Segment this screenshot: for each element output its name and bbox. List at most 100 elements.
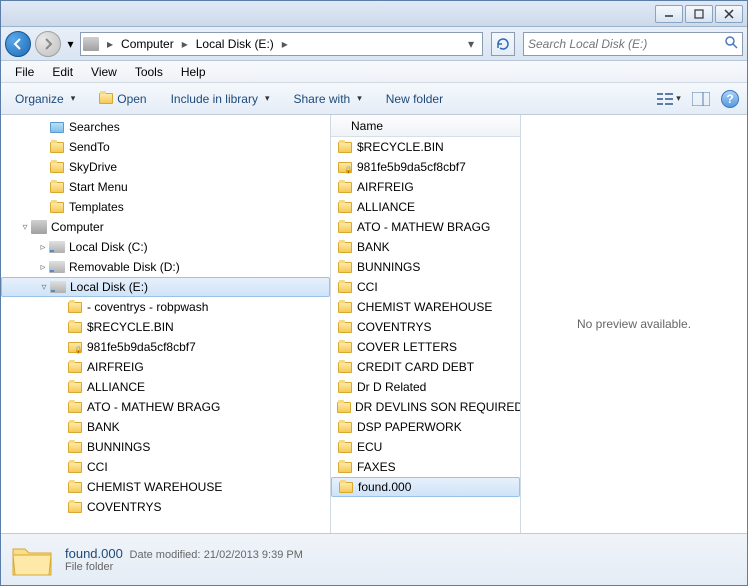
expand-icon[interactable]: ▹ xyxy=(37,262,49,273)
breadcrumb-chevron[interactable]: ▸ xyxy=(178,37,192,51)
nav-bar: ▾ ▸ Computer ▸ Local Disk (E:) ▸ ▾ xyxy=(1,27,747,61)
address-dropdown[interactable]: ▾ xyxy=(462,37,480,51)
search-input[interactable] xyxy=(528,37,724,51)
folder-icon xyxy=(337,259,353,275)
computer-icon xyxy=(83,36,99,52)
close-button[interactable] xyxy=(715,5,743,23)
tree-label: COVENTRYS xyxy=(87,500,161,514)
tree-label: SendTo xyxy=(69,140,110,154)
list-label: ATO - MATHEW BRAGG xyxy=(357,220,490,234)
tree-item[interactable]: ▿Local Disk (E:) xyxy=(1,277,330,297)
search-icon[interactable] xyxy=(724,35,738,52)
details-type: File folder xyxy=(65,561,303,573)
tree-item[interactable]: ▿Computer xyxy=(1,217,330,237)
list-item[interactable]: DR DEVLINS SON REQUIRED xyxy=(331,397,520,417)
list-item[interactable]: ECU xyxy=(331,437,520,457)
tree-label: BANK xyxy=(87,420,120,434)
list-item[interactable]: ATO - MATHEW BRAGG xyxy=(331,217,520,237)
folder-icon xyxy=(337,139,353,155)
list-item[interactable]: CREDIT CARD DEBT xyxy=(331,357,520,377)
list-item[interactable]: Dr D Related xyxy=(331,377,520,397)
search-box[interactable] xyxy=(523,32,743,56)
tree-item[interactable]: $RECYCLE.BIN xyxy=(1,317,330,337)
tree-item[interactable]: Start Menu xyxy=(1,177,330,197)
expand-icon[interactable]: ▹ xyxy=(37,242,49,253)
preview-text: No preview available. xyxy=(577,317,691,331)
include-library-button[interactable]: Include in library xyxy=(165,89,276,109)
tree-item[interactable]: CCI xyxy=(1,457,330,477)
new-folder-button[interactable]: New folder xyxy=(380,89,449,109)
breadcrumb-segment[interactable]: Local Disk (E:) xyxy=(192,33,278,55)
details-text: found.000 Date modified: 21/02/2013 9:39… xyxy=(65,546,303,573)
tree-item[interactable]: BANK xyxy=(1,417,330,437)
list-item[interactable]: DSP PAPERWORK xyxy=(331,417,520,437)
list-item[interactable]: CHEMIST WAREHOUSE xyxy=(331,297,520,317)
help-button[interactable]: ? xyxy=(721,90,739,108)
breadcrumb-chevron[interactable]: ▸ xyxy=(278,37,292,51)
list-item[interactable]: AIRFREIG xyxy=(331,177,520,197)
breadcrumb-segment[interactable]: Computer xyxy=(117,33,178,55)
share-with-button[interactable]: Share with xyxy=(288,89,368,109)
tree-label: Start Menu xyxy=(69,180,128,194)
list-label: DSP PAPERWORK xyxy=(357,420,462,434)
tree-item[interactable]: CHEMIST WAREHOUSE xyxy=(1,477,330,497)
folder-icon xyxy=(67,379,83,395)
preview-pane: No preview available. xyxy=(521,115,747,533)
maximize-button[interactable] xyxy=(685,5,713,23)
list-label: COVENTRYS xyxy=(357,320,431,334)
tree-item[interactable]: BUNNINGS xyxy=(1,437,330,457)
back-button[interactable] xyxy=(5,31,31,57)
tree-item[interactable]: Templates xyxy=(1,197,330,217)
navigation-tree[interactable]: Searches SendTo SkyDrive Start Menu Template… xyxy=(1,115,331,533)
list-item[interactable]: found.000 xyxy=(331,477,520,497)
tree-item[interactable]: ▹Removable Disk (D:) xyxy=(1,257,330,277)
organize-button[interactable]: Organize xyxy=(9,89,81,109)
list-item[interactable]: $RECYCLE.BIN xyxy=(331,137,520,157)
list-item[interactable]: BUNNINGS xyxy=(331,257,520,277)
tree-item[interactable]: AIRFREIG xyxy=(1,357,330,377)
expand-icon[interactable]: ▿ xyxy=(38,282,50,293)
list-item[interactable]: ALLIANCE xyxy=(331,197,520,217)
view-options-button[interactable] xyxy=(657,88,681,110)
tree-item[interactable]: - coventrys - robpwash xyxy=(1,297,330,317)
tree-item[interactable]: ▹Local Disk (C:) xyxy=(1,237,330,257)
tree-item[interactable]: ATO - MATHEW BRAGG xyxy=(1,397,330,417)
folder-icon xyxy=(67,319,83,335)
folder-icon xyxy=(49,179,65,195)
folder-icon xyxy=(99,93,113,104)
list-item[interactable]: COVENTRYS xyxy=(331,317,520,337)
expand-icon[interactable]: ▿ xyxy=(19,222,31,233)
address-bar[interactable]: ▸ Computer ▸ Local Disk (E:) ▸ ▾ xyxy=(80,32,483,56)
list-item[interactable]: 981fe5b9da5cf8cbf7 xyxy=(331,157,520,177)
tree-item[interactable]: COVENTRYS xyxy=(1,497,330,517)
preview-pane-button[interactable] xyxy=(689,88,713,110)
tree-label: Searches xyxy=(69,120,120,134)
file-list[interactable]: Name $RECYCLE.BIN981fe5b9da5cf8cbf7AIRFR… xyxy=(331,115,521,533)
menu-edit[interactable]: Edit xyxy=(44,63,81,81)
open-button[interactable]: Open xyxy=(93,89,152,109)
list-label: ECU xyxy=(357,440,382,454)
list-label: CREDIT CARD DEBT xyxy=(357,360,474,374)
list-item[interactable]: COVER LETTERS xyxy=(331,337,520,357)
forward-button[interactable] xyxy=(35,31,61,57)
refresh-button[interactable] xyxy=(491,32,515,56)
breadcrumb-chevron[interactable]: ▸ xyxy=(103,37,117,51)
tree-item[interactable]: ALLIANCE xyxy=(1,377,330,397)
menu-file[interactable]: File xyxy=(7,63,42,81)
menu-tools[interactable]: Tools xyxy=(127,63,171,81)
tree-item[interactable]: SendTo xyxy=(1,137,330,157)
list-item[interactable]: BANK xyxy=(331,237,520,257)
tree-item[interactable]: Searches xyxy=(1,117,330,137)
folder-icon xyxy=(67,419,83,435)
menu-view[interactable]: View xyxy=(83,63,125,81)
column-header-name[interactable]: Name xyxy=(331,115,520,137)
tree-item[interactable]: 981fe5b9da5cf8cbf7 xyxy=(1,337,330,357)
menu-help[interactable]: Help xyxy=(173,63,214,81)
tree-item[interactable]: SkyDrive xyxy=(1,157,330,177)
list-item[interactable]: FAXES xyxy=(331,457,520,477)
list-item[interactable]: CCI xyxy=(331,277,520,297)
minimize-button[interactable] xyxy=(655,5,683,23)
nav-history-dropdown[interactable]: ▾ xyxy=(65,31,76,57)
folder-icon xyxy=(337,299,353,315)
folder-icon xyxy=(337,439,353,455)
